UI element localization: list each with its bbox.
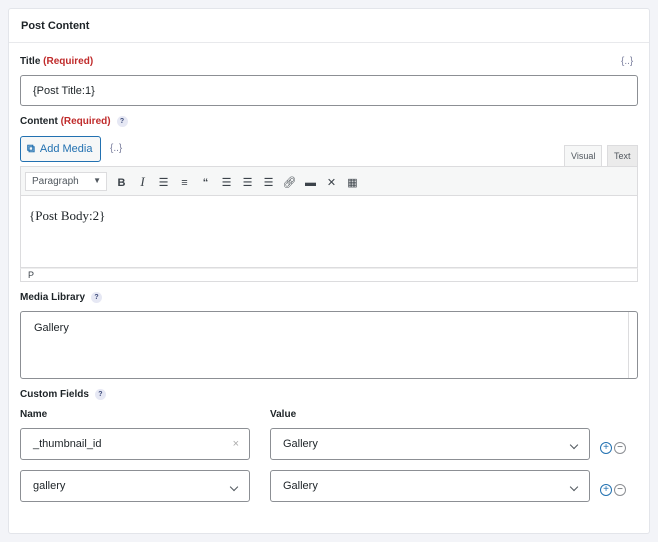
clear-icon[interactable]: × <box>233 438 239 450</box>
bullet-list-icon[interactable]: ☰ <box>153 176 174 189</box>
link-icon[interactable]: 🔗︎ <box>279 176 300 189</box>
custom-field-name-select[interactable]: gallery <box>20 470 250 502</box>
align-left-icon[interactable]: ☰ <box>216 176 237 189</box>
custom-fields-label: Custom Fields? <box>20 389 106 400</box>
title-input[interactable]: {Post Title:1} <box>20 75 638 106</box>
blockquote-icon[interactable]: “ <box>195 177 216 189</box>
help-icon[interactable]: ? <box>91 292 103 303</box>
chevron-down-icon <box>229 482 239 492</box>
custom-field-value-select[interactable]: Gallery <box>270 470 590 502</box>
scrollbar[interactable] <box>628 312 629 378</box>
help-icon[interactable]: ? <box>116 116 128 127</box>
add-row-icon[interactable]: + <box>600 442 612 454</box>
chevron-down-icon <box>569 482 579 492</box>
numbered-list-icon[interactable]: ≡ <box>174 177 195 189</box>
help-icon[interactable]: ? <box>94 389 106 400</box>
content-label: Content (Required)? <box>20 116 128 127</box>
align-center-icon[interactable]: ☰ <box>237 176 258 189</box>
row-actions: + − <box>600 480 628 496</box>
chevron-down-icon <box>569 440 579 450</box>
tab-text[interactable]: Text <box>607 145 638 166</box>
tab-visual[interactable]: Visual <box>564 145 603 166</box>
format-select[interactable]: Paragraph ▼ <box>25 172 107 191</box>
media-library-label: Media Library? <box>20 292 103 303</box>
panel-title: Post Content <box>9 9 649 43</box>
read-more-icon[interactable]: ▬ <box>300 177 321 189</box>
custom-field-name-input[interactable]: _thumbnail_id × <box>20 428 250 460</box>
value-column-header: Value <box>270 409 297 420</box>
editor-body[interactable]: {Post Body:2} <box>20 196 638 268</box>
italic-icon[interactable]: I <box>132 174 153 190</box>
editor-toolbar: Paragraph ▼ B I ☰ ≡ “☰ ☰ ☰ 🔗︎ ▬ ✕ ▦ <box>20 166 638 196</box>
title-label: Title (Required) <box>20 56 94 67</box>
merge-tag-icon[interactable]: {..} <box>621 56 633 67</box>
remove-row-icon[interactable]: − <box>614 484 626 496</box>
merge-tag-icon[interactable]: {..} <box>110 143 122 154</box>
editor-status-path: P <box>20 268 638 282</box>
media-library-list[interactable]: Gallery <box>20 311 638 379</box>
remove-row-icon[interactable]: − <box>614 442 626 454</box>
fullscreen-icon[interactable]: ✕ <box>321 176 342 189</box>
align-right-icon[interactable]: ☰ <box>258 176 279 189</box>
media-icon: ⧉ <box>27 142 35 155</box>
toolbar-toggle-icon[interactable]: ▦ <box>342 176 363 189</box>
row-actions: + − <box>600 438 628 454</box>
bold-icon[interactable]: B <box>111 177 132 189</box>
add-row-icon[interactable]: + <box>600 484 612 496</box>
name-column-header: Name <box>20 409 48 420</box>
custom-field-value-select[interactable]: Gallery <box>270 428 590 460</box>
add-media-button[interactable]: ⧉ Add Media <box>20 136 101 162</box>
